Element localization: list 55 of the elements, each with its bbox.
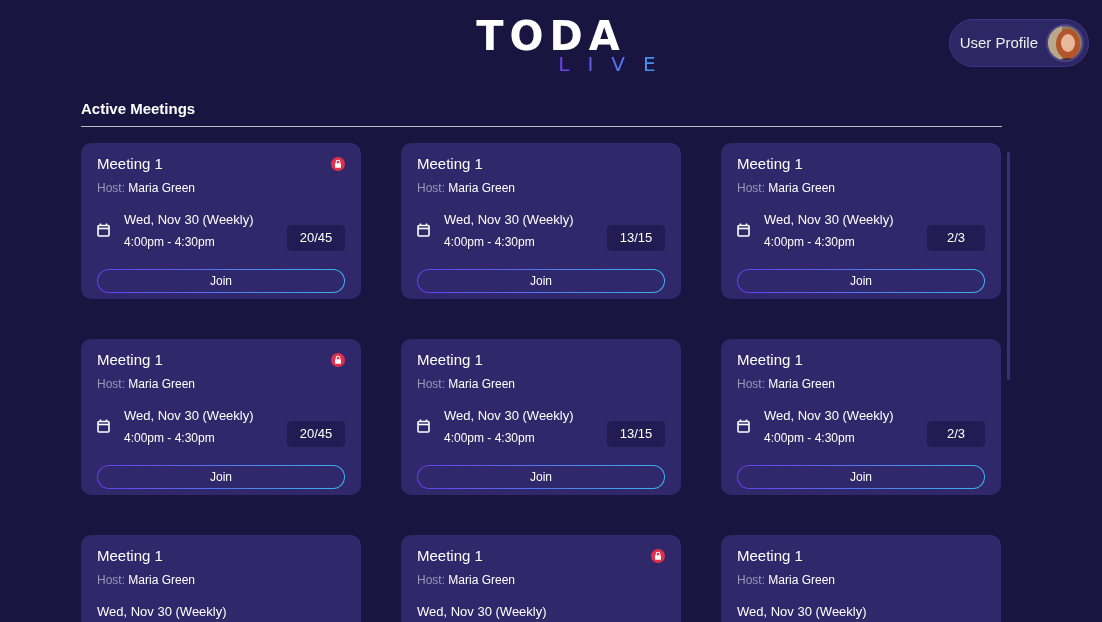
meeting-title: Meeting 1 bbox=[737, 153, 803, 174]
join-button[interactable]: Join bbox=[97, 464, 345, 489]
user-profile-button[interactable]: User Profile bbox=[948, 19, 1089, 67]
meeting-date: Wed, Nov 30 (Weekly) bbox=[124, 211, 255, 229]
join-button[interactable]: Join bbox=[737, 464, 985, 489]
meeting-title: Meeting 1 bbox=[97, 153, 163, 174]
join-button[interactable]: Join bbox=[97, 268, 345, 293]
meeting-title: Meeting 1 bbox=[737, 545, 803, 566]
meeting-time: 4:00pm - 4:30pm bbox=[764, 429, 856, 447]
join-button[interactable]: Join bbox=[417, 464, 665, 489]
scrollbar-thumb[interactable] bbox=[1007, 152, 1010, 380]
meeting-date: Wed, Nov 30 (Weekly) bbox=[417, 603, 548, 621]
participant-count: 2/3 bbox=[927, 421, 985, 447]
meeting-title: Meeting 1 bbox=[417, 545, 483, 566]
participant-count: 2/3 bbox=[927, 225, 985, 251]
meeting-date: Wed, Nov 30 (Weekly) bbox=[124, 407, 255, 425]
join-button[interactable]: Join bbox=[737, 268, 985, 293]
host-line: Host: Maria Green bbox=[737, 180, 837, 197]
meeting-date: Wed, Nov 30 (Weekly) bbox=[737, 603, 868, 621]
calendar-icon bbox=[97, 223, 110, 238]
meeting-time: 4:00pm - 4:30pm bbox=[444, 233, 536, 251]
participant-count: 13/15 bbox=[607, 225, 665, 251]
host-line: Host: Maria Green bbox=[737, 572, 837, 589]
host-line: Host: Maria Green bbox=[97, 180, 197, 197]
participant-count: 13/15 bbox=[607, 421, 665, 447]
host-line: Host: Maria Green bbox=[97, 376, 197, 393]
meeting-title: Meeting 1 bbox=[737, 349, 803, 370]
host-line: Host: Maria Green bbox=[417, 376, 517, 393]
meeting-time: 4:00pm - 4:30pm bbox=[124, 429, 216, 447]
host-line: Host: Maria Green bbox=[417, 572, 517, 589]
calendar-icon bbox=[737, 223, 750, 238]
meeting-date: Wed, Nov 30 (Weekly) bbox=[764, 407, 895, 425]
meeting-title: Meeting 1 bbox=[97, 545, 163, 566]
meeting-time: 4:00pm - 4:30pm bbox=[124, 233, 216, 251]
meeting-title: Meeting 1 bbox=[417, 153, 483, 174]
logo-title: TODA bbox=[476, 16, 626, 56]
host-line: Host: Maria Green bbox=[737, 376, 837, 393]
host-line: Host: Maria Green bbox=[417, 180, 517, 197]
calendar-icon bbox=[417, 419, 430, 434]
calendar-icon bbox=[737, 419, 750, 434]
meeting-date: Wed, Nov 30 (Weekly) bbox=[97, 603, 228, 621]
meeting-date: Wed, Nov 30 (Weekly) bbox=[764, 211, 895, 229]
meeting-time: 4:00pm - 4:30pm bbox=[444, 429, 536, 447]
host-line: Host: Maria Green bbox=[97, 572, 197, 589]
participant-count: 20/45 bbox=[287, 225, 345, 251]
participant-count: 20/45 bbox=[287, 421, 345, 447]
meeting-date: Wed, Nov 30 (Weekly) bbox=[444, 211, 575, 229]
calendar-icon bbox=[417, 223, 430, 238]
meeting-title: Meeting 1 bbox=[417, 349, 483, 370]
meeting-title: Meeting 1 bbox=[97, 349, 163, 370]
join-button[interactable]: Join bbox=[417, 268, 665, 293]
meeting-date: Wed, Nov 30 (Weekly) bbox=[444, 407, 575, 425]
calendar-icon bbox=[97, 419, 110, 434]
meeting-time: 4:00pm - 4:30pm bbox=[764, 233, 856, 251]
section-title: Active Meetings bbox=[81, 98, 1002, 127]
